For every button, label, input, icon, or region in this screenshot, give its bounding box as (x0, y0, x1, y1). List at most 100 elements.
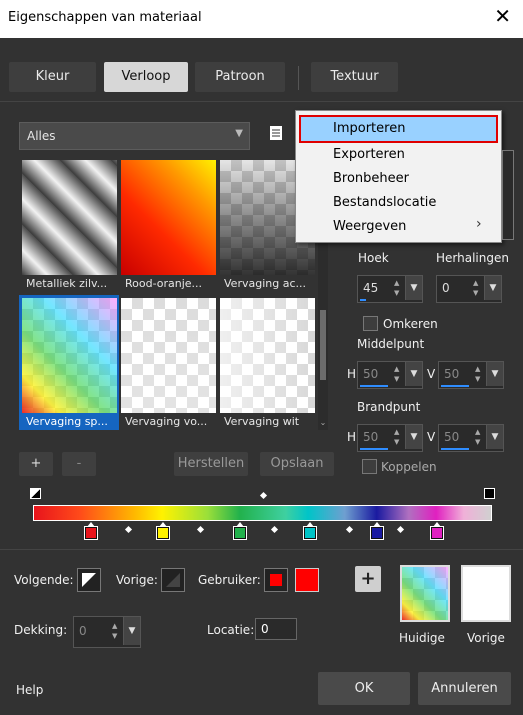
gradient-swatch (121, 298, 216, 413)
menu-item-bronbeheer[interactable]: Bronbeheer (333, 171, 409, 186)
transparency-end-marker[interactable] (484, 488, 495, 499)
locatie-input[interactable]: 0 (255, 618, 297, 640)
color-stop-pointer (87, 522, 95, 527)
hoek-stepper[interactable]: 45 ▲ ▼ ▼ (357, 275, 423, 303)
brandpunt-v-stepper[interactable]: 50 ▲ ▼ ▼ (438, 424, 504, 452)
middelpunt-h-stepper[interactable]: 50 ▲ ▼ ▼ (357, 361, 423, 389)
shape-buttons[interactable] (502, 150, 514, 240)
color-stop-marker[interactable] (370, 526, 384, 540)
vorige-label: Vorige: (116, 573, 158, 587)
tab-verloop[interactable]: Verloop (104, 62, 188, 92)
huidige-preview[interactable] (400, 565, 450, 622)
color-stop-pointer (236, 522, 244, 527)
gradient-label: Vervaging ac... (224, 277, 306, 290)
color-stop-marker[interactable] (430, 526, 444, 540)
stepper-arrows-icon[interactable]: ▲ ▼ (394, 427, 404, 447)
color-stop-marker[interactable] (84, 526, 98, 540)
add-swatch-button[interactable]: + (355, 566, 381, 592)
koppelen-checkbox[interactable] (362, 459, 377, 474)
brandpunt-h-stepper[interactable]: 50 ▲ ▼ ▼ (357, 424, 423, 452)
color-stop-pointer (373, 522, 381, 527)
chevron-down-icon[interactable]: ▼ (484, 276, 501, 300)
gradient-label: Metalliek zilv... (26, 277, 108, 290)
menu-item-exporteren[interactable]: Exporteren (333, 147, 405, 162)
stepper-arrows-icon[interactable]: ▲ ▼ (475, 364, 485, 384)
gradient-swatch (22, 298, 117, 413)
hoek-label: Hoek (358, 251, 389, 265)
remove-gradient-button[interactable]: - (62, 452, 96, 476)
divider (0, 101, 523, 102)
gradient-tile-vervaging-sp[interactable]: Vervaging sp... (19, 295, 119, 430)
color-midpoint-marker[interactable] (396, 525, 405, 534)
color-midpoint-marker[interactable] (196, 525, 205, 534)
transparency-midpoint[interactable] (259, 491, 268, 500)
gradient-label: Vervaging vo... (125, 415, 208, 428)
color-midpoint-marker[interactable] (270, 525, 279, 534)
color-stop-marker[interactable] (303, 526, 317, 540)
annuleren-button[interactable]: Annuleren (418, 672, 511, 705)
menu-item-importeren[interactable]: Importeren (333, 121, 405, 136)
chevron-down-icon[interactable]: ▼ (405, 276, 422, 300)
gradient-swatch (121, 160, 216, 275)
stepper-arrows-icon[interactable]: ▲ ▼ (394, 364, 404, 384)
dekking-stepper[interactable]: 0 ▲ ▼ ▼ (73, 616, 141, 648)
stepper-arrows-icon[interactable]: ▲ ▼ (394, 278, 404, 298)
category-value: Alles (27, 129, 56, 143)
gradient-label: Vervaging wit (224, 415, 300, 428)
gebruiker-color-swatch[interactable] (295, 568, 319, 592)
omkeren-checkbox[interactable] (363, 316, 378, 331)
herhalingen-stepper[interactable]: 0 ▲ ▼ ▼ (436, 275, 502, 303)
stepper-arrows-icon[interactable]: ▲ ▼ (475, 427, 485, 447)
locatie-label: Locatie: (207, 623, 255, 637)
vorige-swatch[interactable] (161, 568, 185, 592)
context-menu: Importeren Exporteren Bronbeheer Bestand… (295, 110, 502, 243)
close-icon[interactable]: ✕ (494, 6, 511, 26)
gradient-editor-bar[interactable] (33, 505, 492, 521)
brandpunt-h-label: H (347, 430, 357, 444)
vorige-preview[interactable] (461, 565, 511, 622)
chevron-down-icon[interactable]: ▼ (405, 362, 422, 386)
transparency-start-marker[interactable] (30, 488, 41, 499)
menu-icon[interactable] (269, 125, 283, 141)
color-midpoint-marker[interactable] (345, 525, 354, 534)
gradient-tile-vervaging-wit[interactable]: Vervaging wit (220, 298, 315, 429)
ok-button[interactable]: OK (318, 672, 410, 705)
volgende-swatch[interactable] (77, 568, 101, 592)
submenu-arrow-icon: › (476, 216, 482, 232)
tab-kleur[interactable]: Kleur (9, 62, 96, 92)
color-stop-marker[interactable] (233, 526, 247, 540)
chevron-down-icon[interactable]: ▼ (486, 362, 503, 386)
middelpunt-v-stepper[interactable]: 50 ▲ ▼ ▼ (438, 361, 504, 389)
chevron-down-icon[interactable]: ⌄ (318, 418, 328, 427)
stepper-arrows-icon[interactable]: ▲ ▼ (112, 621, 122, 641)
gebruiker-small-swatch[interactable] (264, 568, 288, 592)
color-midpoint-marker[interactable] (124, 525, 133, 534)
color-stop-marker[interactable] (156, 526, 170, 540)
stepper-arrows-icon[interactable]: ▲ ▼ (473, 278, 483, 298)
chevron-down-icon[interactable]: ▼ (486, 425, 503, 449)
chevron-down-icon[interactable]: ▼ (123, 617, 140, 645)
volgende-label: Volgende: (14, 573, 74, 587)
opslaan-button[interactable]: Opslaan (260, 452, 334, 476)
scrollbar-thumb[interactable] (320, 310, 326, 380)
gradient-tile-metalliek[interactable]: Metalliek zilv... (22, 160, 117, 291)
add-gradient-button[interactable]: + (19, 452, 53, 476)
title-bar: Eigenschappen van materiaal ✕ (0, 0, 523, 38)
gebruiker-label: Gebruiker: (198, 573, 261, 587)
tab-textuur[interactable]: Textuur (311, 62, 398, 92)
color-stop-pointer (159, 522, 167, 527)
middelpunt-label: Middelpunt (357, 337, 425, 351)
menu-item-weergeven[interactable]: Weergeven (333, 219, 406, 234)
menu-item-bestandslocatie[interactable]: Bestandslocatie (333, 195, 436, 210)
chevron-down-icon[interactable]: ▼ (405, 425, 422, 449)
herstellen-button[interactable]: Herstellen (174, 452, 248, 476)
help-link[interactable]: Help (16, 683, 43, 697)
chevron-down-icon: ▼ (235, 128, 243, 139)
category-dropdown[interactable]: Alles ▼ (19, 122, 250, 150)
divider (0, 549, 523, 550)
gradient-tile-rood-oranje[interactable]: Rood-oranje... (121, 160, 216, 291)
tab-patroon[interactable]: Patroon (195, 62, 285, 92)
gradient-tile-vervaging-vo[interactable]: Vervaging vo... (121, 298, 216, 429)
gradient-label: Rood-oranje... (125, 277, 203, 290)
brandpunt-label: Brandpunt (357, 400, 421, 414)
